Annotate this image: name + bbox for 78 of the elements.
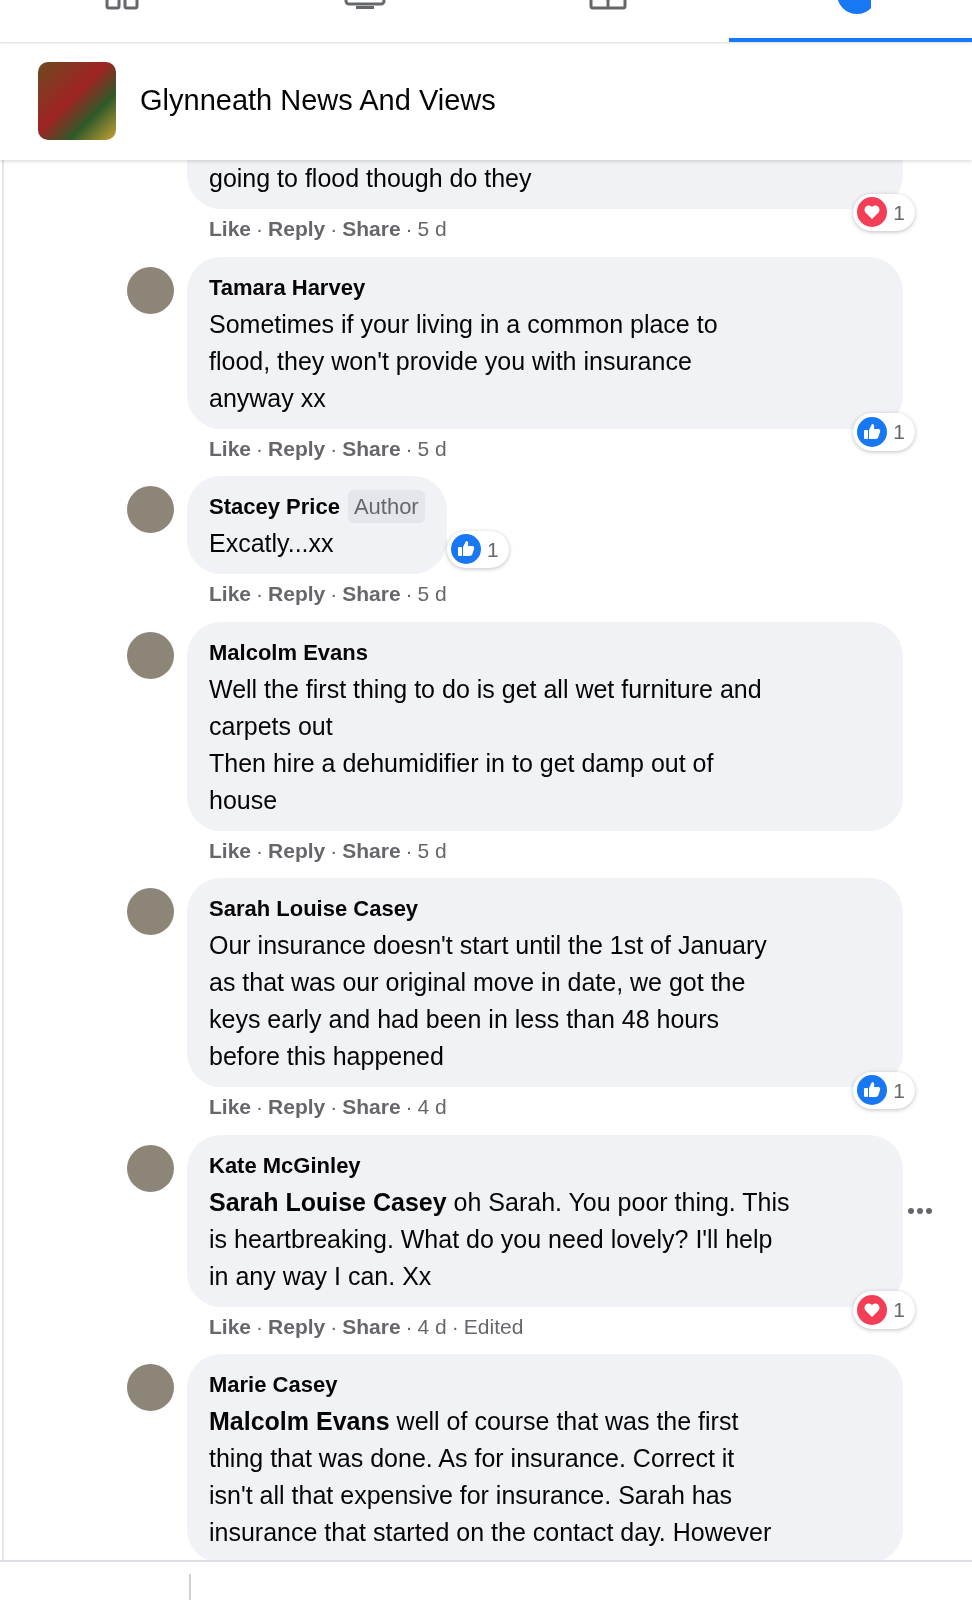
comment-action-link[interactable]: Share — [342, 834, 401, 866]
group-title[interactable]: Glynneath News And Views — [140, 79, 496, 123]
avatar-photo[interactable] — [127, 266, 174, 314]
separator-dot: · — [405, 1094, 413, 1120]
comment-time[interactable]: 4 d — [417, 1091, 447, 1123]
separator-dot: · — [405, 581, 413, 607]
separator-dot: · — [256, 216, 264, 242]
comment-action-link[interactable]: Share — [342, 1091, 401, 1123]
comment-action-link[interactable]: Like — [209, 1310, 252, 1342]
reaction-count[interactable]: 1 — [447, 530, 509, 568]
thumbs-up-icon — [857, 416, 888, 447]
separator-dot: · — [405, 837, 413, 864]
comment-text: Sometimes if your living in a common place to flood, they won't provide you with insurance anyway xx — [209, 308, 719, 414]
comment-action-link[interactable]: Reply — [268, 213, 326, 245]
storefront-icon — [588, 0, 627, 10]
comment-action-link[interactable]: Reply — [268, 1310, 326, 1342]
reaction-count[interactable]: 1 — [853, 413, 915, 451]
comment-action-link[interactable]: Reply — [268, 834, 326, 866]
more-options-icon[interactable] — [907, 1206, 933, 1215]
comment-text: Sarah Louise Casey oh Sarah. You poor thing. This is heartbreaking. What do you need lovely? I'll help in any way I can. Xx — [209, 1186, 791, 1292]
comment-action-link[interactable]: Share — [342, 213, 401, 245]
commenter-name[interactable]: Stacey Price — [209, 490, 340, 523]
separator-dot: · — [451, 1313, 459, 1340]
comment-action-link[interactable]: Share — [342, 1310, 401, 1342]
comment-action-link[interactable]: Like — [209, 578, 252, 610]
monitor-icon — [343, 0, 386, 10]
separator-dot: · — [330, 216, 338, 242]
thumbs-up-icon — [451, 534, 481, 565]
comment-action-link[interactable]: Like — [209, 834, 252, 866]
separator-dot: · — [330, 581, 338, 607]
comment-action-link[interactable]: Like — [209, 432, 252, 464]
commenter-name[interactable]: Sarah Louise Casey — [209, 892, 419, 925]
comment-time[interactable]: 5 d — [417, 213, 447, 245]
comment-time[interactable]: 5 d — [417, 834, 447, 866]
commenter-name[interactable]: Marie Casey — [209, 1368, 338, 1401]
avatar-photo[interactable] — [127, 631, 174, 679]
commenter-name[interactable]: Tamara Harvey — [209, 270, 366, 304]
commenter-name[interactable]: Kate McGinley — [209, 1148, 361, 1182]
commenter-name[interactable]: Malcolm Evans — [209, 635, 368, 669]
comment-action-link[interactable]: Share — [342, 432, 401, 464]
reaction-count[interactable]: 1 — [853, 193, 915, 231]
separator-dot: · — [405, 1313, 413, 1340]
comment-text: Excatly...xx — [209, 528, 335, 559]
avatar-photo[interactable] — [127, 888, 174, 935]
separator-dot: · — [256, 581, 264, 607]
comment-time[interactable]: 4 d — [417, 1310, 447, 1342]
avatar-photo[interactable] — [127, 1144, 174, 1192]
separator-dot: · — [405, 216, 413, 242]
comment-action-link[interactable]: Reply — [268, 1091, 326, 1123]
reaction-count[interactable]: 1 — [853, 1291, 915, 1329]
separator-dot: · — [256, 435, 264, 462]
reaction-count[interactable]: 1 — [853, 1071, 915, 1109]
comment-action-link[interactable]: Reply — [268, 578, 326, 610]
edited-label: Edited — [463, 1313, 524, 1340]
separator-dot: · — [330, 837, 338, 864]
thumbs-up-icon — [857, 1075, 888, 1106]
author-label: Author — [347, 490, 425, 523]
separator-dot: · — [330, 435, 338, 462]
avatar-photo[interactable] — [127, 1364, 174, 1411]
comment-text: going to flood though do they — [209, 163, 533, 194]
nav-tab[interactable] — [729, 0, 972, 42]
avatar-photo[interactable] — [127, 486, 174, 533]
separator-dot: · — [405, 435, 413, 462]
separator-dot: · — [330, 1094, 338, 1120]
comment-time[interactable]: 5 d — [417, 432, 447, 464]
separator-dot: · — [330, 1313, 338, 1340]
comment-action-link[interactable]: Like — [209, 1091, 252, 1123]
grid-icon — [104, 0, 139, 10]
comment-text: Our insurance doesn't start until the 1st of January as that was our original move in date, we got the keys early and had been in less than 48 hours before this happened — [209, 930, 768, 1072]
comment-time[interactable]: 5 d — [417, 578, 447, 610]
separator-dot: · — [256, 1094, 264, 1120]
comment-action-link[interactable]: Share — [342, 578, 401, 610]
separator-dot: · — [256, 837, 264, 864]
comment-action-link[interactable]: Like — [209, 213, 252, 245]
comment-text: Malcolm Evans well of course that was the first thing that was done. As for insurance. Correct it isn't all that expensive for insurance. Sarah has insurance that started on the contact day. However — [209, 1406, 773, 1548]
comment-action-link[interactable]: Reply — [268, 432, 326, 464]
comment-text: Well the first thing to do is get all wet furniture and carpets out Then hire a dehumidifier in to get damp out of house — [209, 673, 763, 816]
separator-dot: · — [256, 1313, 264, 1340]
